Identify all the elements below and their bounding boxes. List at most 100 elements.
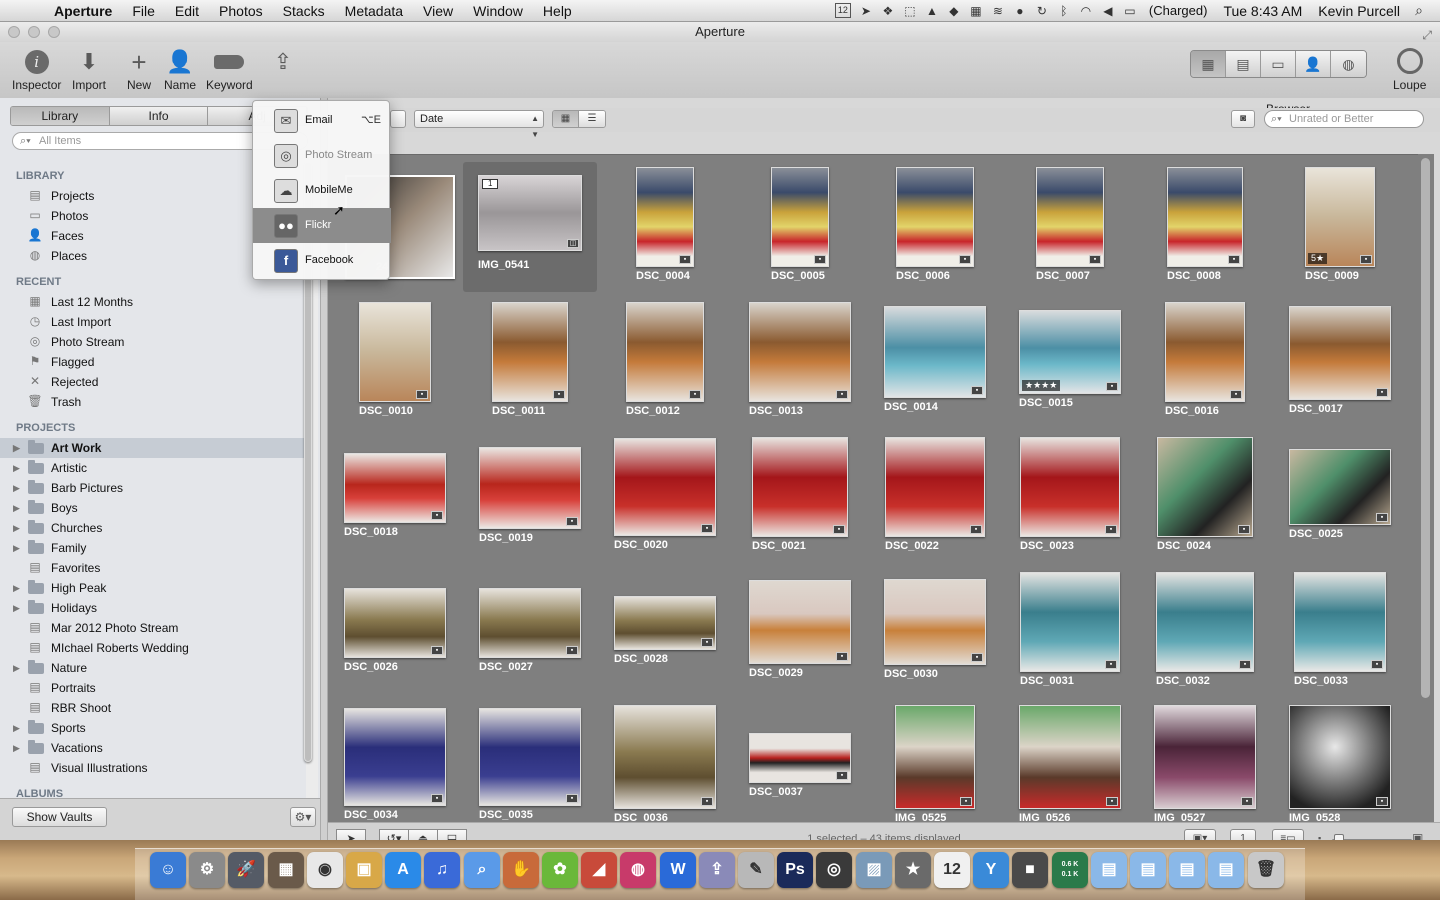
wifi-icon[interactable]: ◠ [1075, 4, 1097, 18]
grid-scrollbar[interactable] [1418, 154, 1434, 822]
photo-cell[interactable]: ▪ DSC_0024 [1138, 435, 1272, 569]
dock-chrome-icon[interactable]: ◉ [307, 852, 343, 888]
sidebar-item-favorites[interactable]: ▤ Favorites [0, 558, 306, 578]
dock-trash-icon[interactable]: 🗑 [1248, 852, 1284, 888]
menu-stacks[interactable]: Stacks [273, 3, 335, 19]
dock-photo-booth-icon[interactable]: ▦ [268, 852, 304, 888]
dock-system-preferences-icon[interactable]: ⚙ [189, 852, 225, 888]
dock-applications-icon[interactable]: ▤ [1091, 852, 1127, 888]
share-facebook[interactable]: f Facebook [253, 243, 391, 278]
sidebar-item-boys[interactable]: ▶ Boys [0, 498, 306, 518]
dock-color-picker-icon[interactable]: ◍ [620, 852, 656, 888]
dock-finder-icon[interactable]: ☺ [150, 852, 186, 888]
sidebar-item-rbr-shoot[interactable]: ▤ RBR Shoot [0, 698, 306, 718]
photo-cell[interactable]: ▪ ★★★★ DSC_0015 [1003, 300, 1137, 434]
close-icon[interactable] [8, 26, 20, 38]
grid-layout-icon[interactable]: ▦ [553, 111, 579, 127]
clock[interactable]: Tue 8:43 AM [1215, 3, 1310, 19]
disclosure-triangle-icon[interactable]: ▶ [13, 478, 20, 498]
mixer-icon[interactable]: ≋ [987, 4, 1009, 18]
photo-cell[interactable]: ▪ DSC_0037 [733, 705, 867, 822]
import-camera-icon[interactable]: ◙ [1231, 110, 1255, 128]
menu-window[interactable]: Window [463, 3, 533, 19]
menu-file[interactable]: File [122, 3, 165, 19]
dock-teleport-icon[interactable]: ⇪ [699, 852, 735, 888]
evernote-icon[interactable]: ◆ [943, 4, 965, 18]
share-email[interactable]: ✉ Email ⌥E [253, 103, 391, 138]
photo-cell[interactable]: ▪ DSC_0018 [328, 435, 462, 569]
volume-icon[interactable]: ◀ [1097, 4, 1119, 18]
dock-jumpcut-icon[interactable]: ◢ [581, 852, 617, 888]
sort-select[interactable]: Date ▲ ▼ [414, 110, 544, 139]
sidebar-item-barb-pictures[interactable]: ▶ Barb Pictures [0, 478, 306, 498]
photo-cell[interactable]: ▪ DSC_0019 [463, 435, 597, 569]
sidebar-item-nature[interactable]: ▶ Nature [0, 658, 306, 678]
sync-icon[interactable]: ↻ [1031, 4, 1053, 18]
photo-cell[interactable]: ▪ DSC_0025 [1273, 435, 1407, 569]
dock-photoshop-icon[interactable]: Ps [777, 852, 813, 888]
menu-metadata[interactable]: Metadata [335, 3, 413, 19]
browser-filter-button[interactable] [390, 110, 406, 128]
photo-cell[interactable]: ▪ DSC_0008 [1138, 165, 1272, 299]
split-view-icon[interactable]: ▤ [1226, 51, 1261, 77]
dock-documents-icon[interactable]: ▤ [1130, 852, 1166, 888]
photo-cell[interactable]: ▪ IMG_0527 [1138, 705, 1272, 822]
dock-camera-icon[interactable]: ■ [1012, 852, 1048, 888]
sidebar-item-churches[interactable]: ▶ Churches [0, 518, 306, 538]
record-icon[interactable]: ● [1009, 4, 1031, 18]
disclosure-triangle-icon[interactable]: ▶ [13, 518, 20, 538]
disclosure-triangle-icon[interactable]: ▶ [13, 538, 20, 558]
photo-cell[interactable]: ▪ DSC_0005 [733, 165, 867, 299]
disclosure-triangle-icon[interactable]: ▶ [13, 738, 20, 758]
dropbox-icon[interactable]: ❖ [877, 4, 899, 18]
disclosure-triangle-icon[interactable]: ▶ [13, 598, 20, 618]
disclosure-triangle-icon[interactable]: ▶ [13, 578, 20, 598]
disclosure-triangle-icon[interactable]: ▶ [13, 498, 20, 518]
share-button[interactable]: ⇪ [268, 48, 298, 76]
sidebar-item-art-work[interactable]: ▶ Art Work [0, 438, 306, 458]
dock-yoink-icon[interactable]: Y [973, 852, 1009, 888]
new-button[interactable]: + New [124, 47, 154, 93]
inspector-button[interactable]: i Inspector [12, 48, 61, 92]
dock-itunes-icon[interactable]: ♫ [424, 852, 460, 888]
photo-cell[interactable]: ▪ DSC_0004 [598, 165, 732, 299]
spotlight-icon[interactable]: ⌕ [1408, 2, 1430, 19]
photo-cell[interactable]: ▪ DSC_0028 [598, 570, 732, 704]
import-button[interactable]: ⬇ Import [72, 48, 106, 92]
photo-cell[interactable]: ▪ DSC_0023 [1003, 435, 1137, 569]
photo-cell[interactable]: ▪ DSC_0036 [598, 705, 732, 822]
photo-cell[interactable]: ▪ DSC_0013 [733, 300, 867, 434]
name-button[interactable]: 👤 Name [164, 48, 196, 92]
sidebar-item-last-import[interactable]: ◷ Last Import [0, 312, 306, 332]
sidebar-item-visual-illustrations[interactable]: ▤ Visual Illustrations [0, 758, 306, 778]
menu-help[interactable]: Help [533, 3, 582, 19]
photo-cell[interactable]: ▪ DSC_0017 [1273, 300, 1407, 434]
menu-photos[interactable]: Photos [209, 3, 273, 19]
photo-cell[interactable]: ▪ DSC_0011 [463, 300, 597, 434]
sidebar-item-family[interactable]: ▶ Family [0, 538, 306, 558]
dock-olive-tree-icon[interactable]: ✿ [542, 852, 578, 888]
disclosure-triangle-icon[interactable]: ▶ [13, 458, 20, 478]
sidebar-item-last-12-months[interactable]: ▦ Last 12 Months [0, 292, 306, 312]
photo-cell[interactable]: ▪ IMG_0528 [1273, 705, 1407, 822]
sidebar-item-flagged[interactable]: ⚑ Flagged [0, 352, 306, 372]
menu-view[interactable]: View [413, 3, 463, 19]
photo-cell[interactable]: ▪ DSC_0031 [1003, 570, 1137, 704]
calendar-status-icon[interactable]: 12 [834, 3, 851, 18]
photo-cell[interactable]: ▪ DSC_0014 [868, 300, 1002, 434]
sidebar-item-mar-2012-photo-stream[interactable]: ▤ Mar 2012 Photo Stream [0, 618, 306, 638]
screenshot-icon[interactable]: ⬚ [899, 4, 921, 18]
viewer-icon[interactable]: ▭ [1261, 51, 1296, 77]
disclosure-triangle-icon[interactable]: ▶ [13, 438, 20, 458]
photo-cell[interactable]: ▪ IMG_0525 [868, 705, 1002, 822]
photo-cell[interactable]: ▪ DSC_0010 [328, 300, 462, 434]
dock-archive-utility-icon[interactable]: ▣ [346, 852, 382, 888]
tab-library[interactable]: Library [11, 107, 110, 125]
sidebar-item-michael-roberts-wedding[interactable]: ▤ MIchael Roberts Wedding [0, 638, 306, 658]
sidebar-item-artistic[interactable]: ▶ Artistic [0, 458, 306, 478]
share-flickr[interactable]: ●● Flickr [253, 208, 391, 243]
dock-script-editor-icon[interactable]: ✎ [738, 852, 774, 888]
gear-icon[interactable]: ⚙▾ [290, 807, 316, 827]
disclosure-triangle-icon[interactable]: ▶ [13, 718, 20, 738]
sidebar-item-portraits[interactable]: ▤ Portraits [0, 678, 306, 698]
